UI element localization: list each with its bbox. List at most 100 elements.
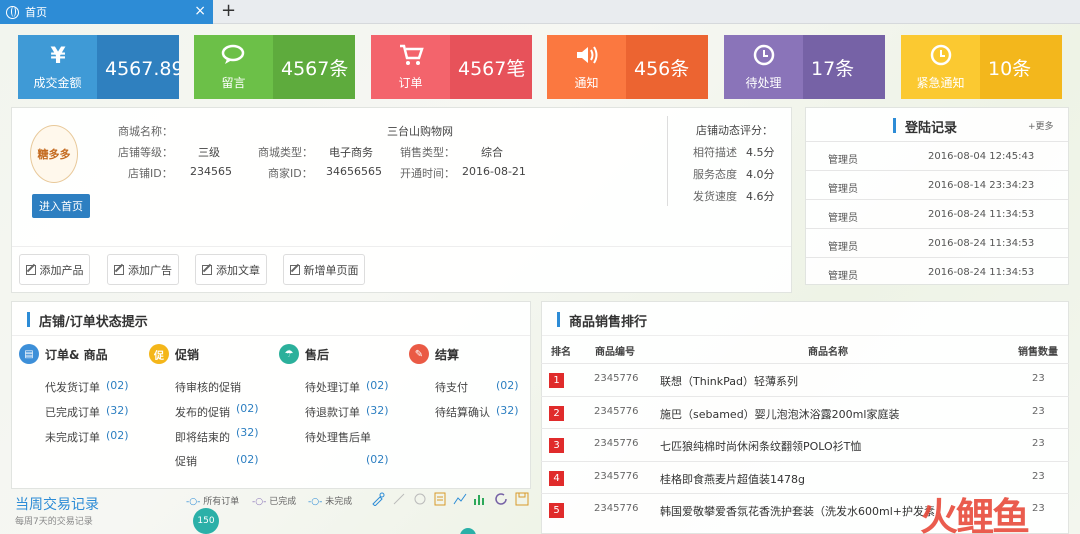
globe-icon [6, 5, 19, 19]
legend-completed[interactable]: -○- 已完成 [252, 494, 296, 507]
stat-value: 17条 [803, 35, 885, 99]
divider [12, 246, 791, 247]
stat-card-0[interactable]: ¥ 成交金额 4567.89元 [18, 35, 179, 99]
shop-name: 三台山购物网 [387, 125, 453, 138]
login-row: 管理员 2016-08-24 11:34:53 [806, 228, 1068, 257]
ranking-row[interactable]: 2 2345776 施巴（sebamed）婴儿泡泡沐浴露200ml家庭装 23 [541, 395, 1069, 428]
status-count[interactable]: (32) [236, 426, 259, 439]
chart-data-bubble: 150 [193, 508, 219, 534]
status-category: ☂ 售后 [279, 344, 329, 364]
product-code: 2345776 [594, 438, 639, 449]
rating-title: 店铺动态评分： [696, 124, 773, 137]
status-item[interactable]: 未完成订单 [45, 429, 100, 445]
rating-label: 服务态度 [693, 168, 737, 181]
add-tab-icon[interactable]: + [221, 0, 236, 22]
product-code: 2345776 [594, 470, 639, 482]
shop-info-panel: 糖多多 进入首页 商城名称： 三台山购物网 店铺等级： 三级 商城类型： 电子商… [11, 107, 792, 293]
status-count[interactable]: (02) [106, 379, 129, 392]
sales-qty: 23 [1032, 503, 1045, 514]
login-row: 管理员 2016-08-24 11:34:53 [806, 199, 1068, 228]
quick-action-button[interactable]: 新增单页面 [283, 254, 365, 285]
mall-type-label: 商城类型： [258, 146, 313, 159]
rank-badge: 5 [549, 503, 564, 518]
status-count[interactable]: (32) [496, 404, 519, 417]
product-name: 施巴（sebamed）婴儿泡泡沐浴露200ml家庭装 [660, 407, 900, 421]
status-item[interactable]: 待支付 [435, 379, 468, 395]
status-count[interactable]: (02) [366, 453, 389, 466]
status-item[interactable]: 待处理售后单 [305, 429, 371, 445]
ranking-row[interactable]: 3 2345776 七匹狼纯棉时尚休闲条纹翻领POLO衫T恤 23 [541, 428, 1069, 460]
divider [542, 335, 1068, 336]
tab-bar: 首页 × + [0, 0, 1080, 24]
stat-value: 456条 [626, 35, 708, 99]
col-code: 商品编号 [595, 347, 635, 358]
tab-home-label: 首页 [25, 6, 47, 19]
status-count[interactable]: (32) [106, 404, 129, 417]
stat-card-3[interactable]: 通知 456条 [547, 35, 708, 99]
status-item[interactable]: 待退款订单 [305, 404, 360, 420]
close-icon[interactable]: × [194, 3, 206, 19]
mark-line-icon[interactable] [392, 492, 406, 506]
col-rank: 排名 [551, 347, 571, 358]
watermark: 火鲤鱼 [920, 495, 1030, 534]
line-chart-icon[interactable] [453, 492, 467, 506]
mall-type: 电子商务 [329, 146, 373, 159]
rank-badge: 4 [549, 470, 564, 486]
more-link[interactable]: +更多 [1028, 119, 1054, 132]
stat-card-5[interactable]: 紧急通知 10条 [901, 35, 1062, 99]
status-category: ✎ 结算 [409, 344, 459, 364]
product-code: 2345776 [594, 373, 639, 384]
stat-value: 4567笔 [450, 35, 532, 99]
ranking-row[interactable]: 1 2345776 联想（ThinkPad）轻薄系列 23 [541, 363, 1069, 395]
product-code: 2345776 [594, 503, 639, 514]
status-panel: 店铺/订单状态提示 ▤ 订单& 商品 代发货订单 (02) 已完成订单 (32) 未完成订单… [11, 301, 531, 489]
mark-point-icon[interactable] [371, 492, 385, 506]
legend-all-orders[interactable]: -○- 所有订单 [186, 494, 239, 507]
data-view-icon[interactable] [433, 492, 447, 506]
sales-type-label: 销售类型： [400, 146, 455, 159]
quick-action-button[interactable]: 添加广告 [107, 254, 179, 285]
stat-caption: 留言 [221, 76, 246, 90]
save-image-icon[interactable] [515, 492, 529, 506]
status-item[interactable]: 待审核的促销 [175, 379, 241, 395]
stat-caption: 订单 [398, 76, 423, 90]
status-item[interactable]: 发布的促销 [175, 404, 230, 420]
status-count[interactable]: (02) [106, 429, 129, 442]
status-count[interactable]: (02) [496, 379, 519, 392]
open-time: 2016-08-21 [462, 165, 526, 178]
rating-label: 相符描述 [693, 146, 737, 159]
clear-icon[interactable] [413, 492, 427, 506]
shop-level-label: 店铺等级： [118, 146, 173, 159]
stat-card-2[interactable]: 订单 4567笔 [371, 35, 532, 99]
status-count[interactable]: (32) [366, 404, 389, 417]
umbrella-icon: ☂ [279, 344, 299, 364]
rank-badge: 1 [549, 373, 564, 388]
status-count[interactable]: (02) [366, 379, 389, 392]
product-name: 桂格即食燕麦片超值装1478g [660, 472, 805, 486]
status-item[interactable]: 代发货订单 [45, 379, 100, 395]
quick-action-button[interactable]: 添加产品 [19, 254, 90, 285]
quick-action-button[interactable]: 添加文章 [195, 254, 267, 285]
open-time-label: 开通时间： [400, 167, 455, 180]
status-count[interactable]: (02) [236, 402, 259, 415]
stat-card-4[interactable]: 待处理 17条 [724, 35, 885, 99]
status-item[interactable]: 已完成订单 [45, 404, 100, 420]
merchant-id-label: 商家ID： [268, 167, 313, 180]
weekly-subtitle: 每周7天的交易记录 [15, 517, 93, 527]
legend-incomplete[interactable]: -○- 未完成 [308, 494, 352, 507]
status-item[interactable]: 待结算确认 [435, 404, 490, 420]
status-item[interactable]: 即将结束的 [175, 429, 230, 445]
bar-chart-icon[interactable] [473, 492, 487, 506]
stat-card-1[interactable]: 留言 4567条 [194, 35, 355, 99]
merchant-id: 34656565 [326, 165, 382, 178]
status-item[interactable]: 待处理订单 [305, 379, 360, 395]
status-item[interactable]: 促销 [175, 453, 197, 469]
refresh-icon[interactable] [494, 492, 508, 506]
tab-home[interactable]: 首页 × [0, 0, 213, 24]
sales-qty: 23 [1032, 470, 1045, 482]
product-name: 联想（ThinkPad）轻薄系列 [660, 375, 798, 388]
status-count[interactable]: (02) [236, 453, 259, 466]
stat-value: 4567.89元 [97, 35, 179, 99]
enter-home-button[interactable]: 进入首页 [32, 194, 90, 218]
product-code: 2345776 [594, 405, 639, 417]
